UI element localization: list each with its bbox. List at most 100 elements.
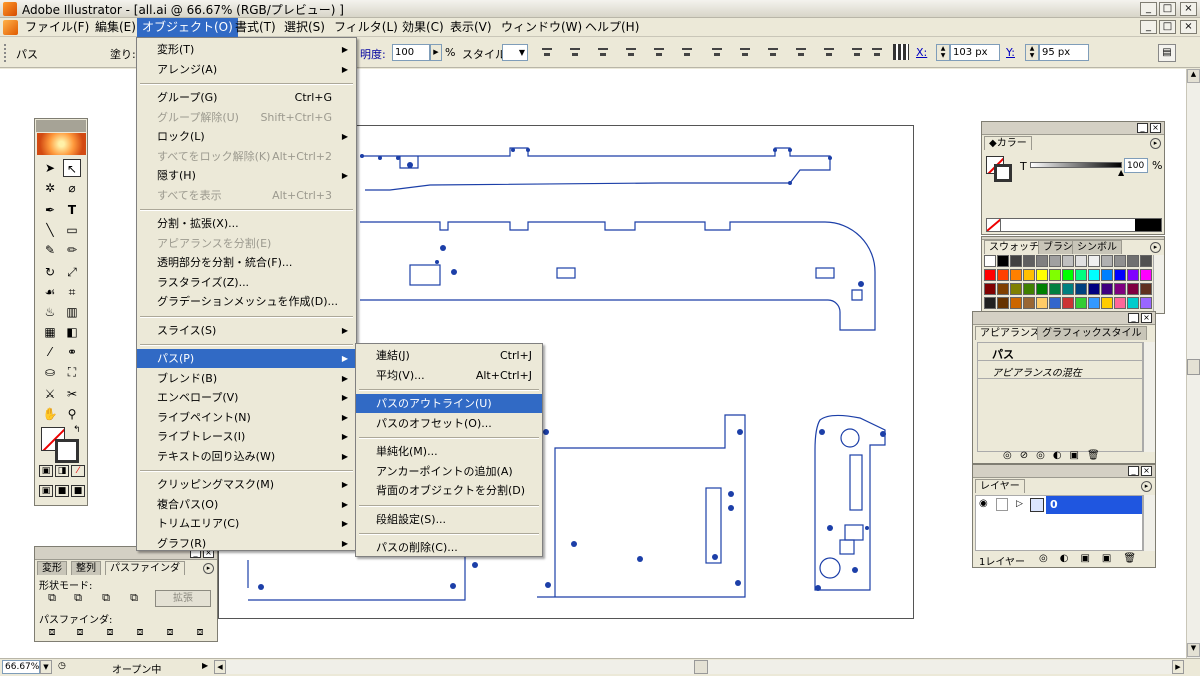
color-swatch[interactable]: [1023, 283, 1035, 295]
magic-wand-tool-icon[interactable]: ✲: [41, 179, 59, 197]
color-swatch[interactable]: [1140, 283, 1152, 295]
panel-close-icon[interactable]: ×: [1150, 123, 1161, 133]
color-swatch[interactable]: [984, 269, 996, 281]
mesh-tool-icon[interactable]: ▦: [41, 323, 59, 341]
color-swatch[interactable]: [1127, 297, 1139, 309]
intersect-shape-icon[interactable]: ⧉: [97, 589, 115, 607]
path-submenu-item[interactable]: 背面のオブジェクトを分割(D): [356, 481, 542, 500]
subtract-shape-icon[interactable]: ⧉: [69, 589, 87, 607]
tools-panel-titlebar[interactable]: [36, 120, 86, 132]
free-transform-tool-icon[interactable]: ⌗: [63, 283, 81, 301]
swatches-scrollbar[interactable]: [1153, 255, 1164, 313]
path-submenu-item[interactable]: 単純化(M)...: [356, 442, 542, 461]
panel-menu-icon[interactable]: ▸: [1141, 481, 1152, 492]
color-swatch[interactable]: [1010, 283, 1022, 295]
tab-pathfinder[interactable]: パスファインダ: [105, 561, 185, 575]
object-menu-item[interactable]: グラフ(R) ▶: [137, 534, 356, 553]
path-submenu-item[interactable]: パスのアウトライン(U): [356, 394, 542, 413]
path-submenu-item[interactable]: パスのオフセット(O)...: [356, 414, 542, 433]
paintbrush-tool-icon[interactable]: ✎: [41, 241, 59, 259]
object-menu-item[interactable]: 複合パス(O) ▶: [137, 495, 356, 514]
appearance-scrollbar[interactable]: [1143, 342, 1155, 452]
path-submenu-item[interactable]: 連結(J) Ctrl+J: [356, 346, 542, 365]
color-swatch[interactable]: [1075, 297, 1087, 309]
scroll-right-icon[interactable]: ▶: [1172, 660, 1184, 674]
color-swatch[interactable]: [997, 297, 1009, 309]
object-menu-item[interactable]: ブレンド(B) ▶: [137, 369, 356, 388]
color-swatch[interactable]: [1114, 269, 1126, 281]
object-menu-item[interactable]: グループ解除(U) Shift+Ctrl+G: [137, 108, 356, 127]
layers-list[interactable]: ◉ ▷ 0: [975, 495, 1143, 551]
path-submenu-item[interactable]: パスの削除(C)...: [356, 538, 542, 557]
path-submenu-item[interactable]: 平均(V)... Alt+Ctrl+J: [356, 366, 542, 385]
object-menu-item[interactable]: ラスタライズ(Z)...: [137, 273, 356, 292]
object-menu-item[interactable]: 変形(T) ▶: [137, 40, 356, 59]
object-menu-item[interactable]: 透明部分を分割・統合(F)...: [137, 253, 356, 272]
object-menu-item[interactable]: テキストの回り込み(W) ▶: [137, 447, 356, 466]
h-scroll-thumb[interactable]: [694, 660, 708, 674]
color-swatch[interactable]: [1062, 297, 1074, 309]
color-swatch[interactable]: [997, 269, 1009, 281]
path-second-rail[interactable]: [360, 221, 876, 331]
color-swatch[interactable]: [984, 255, 996, 267]
object-menu-item[interactable]: エンベロープ(V) ▶: [137, 388, 356, 407]
object-menu-item[interactable]: グループ(G) Ctrl+G: [137, 88, 356, 107]
color-swatch[interactable]: [997, 255, 1009, 267]
object-menu-item[interactable]: ライブトレース(I) ▶: [137, 427, 356, 446]
color-swatch[interactable]: [1010, 269, 1022, 281]
panel-minimize-icon[interactable]: _: [1128, 313, 1139, 323]
warp-tool-icon[interactable]: ☙: [41, 283, 59, 301]
gradient-tool-icon[interactable]: ◧: [63, 323, 81, 341]
color-swatch[interactable]: [1127, 269, 1139, 281]
symbol-sprayer-tool-icon[interactable]: ♨: [41, 303, 59, 321]
object-menu-item[interactable]: 分割・拡張(X)...: [137, 214, 356, 233]
object-menu-item[interactable]: アレンジ(A) ▶: [137, 60, 356, 79]
color-swatch[interactable]: [1088, 297, 1100, 309]
object-menu-item[interactable]: クリッピングマスク(M) ▶: [137, 475, 356, 494]
color-swatch[interactable]: [1140, 255, 1152, 267]
color-swatch[interactable]: [1088, 283, 1100, 295]
eyedropper-tool-icon[interactable]: ⁄: [41, 343, 59, 361]
blend-tool-icon[interactable]: ⚭: [63, 343, 81, 361]
panel-menu-icon[interactable]: ▸: [203, 563, 214, 574]
color-swatch[interactable]: [1062, 255, 1074, 267]
add-shape-icon[interactable]: ⧉: [43, 589, 61, 607]
none-color-icon[interactable]: [987, 219, 1001, 231]
lock-toggle-icon[interactable]: [996, 498, 1008, 511]
color-swatch[interactable]: [997, 283, 1009, 295]
full-screen-menu-mode-icon[interactable]: ■: [55, 485, 69, 497]
hand-tool-icon[interactable]: ✋: [41, 405, 59, 423]
appearance-footer-icons[interactable]: ◎⊘◎◐▣🗑: [1003, 450, 1108, 461]
color-swatch[interactable]: [1127, 255, 1139, 267]
appearance-row[interactable]: アピアランスの混在: [978, 361, 1142, 379]
color-swatch[interactable]: [1036, 255, 1048, 267]
gradient-mode-icon[interactable]: ◨: [55, 465, 69, 477]
object-menu-item[interactable]: すべてをロック解除(K) Alt+Ctrl+2: [137, 147, 356, 166]
color-swatch[interactable]: [1010, 297, 1022, 309]
stroke-swatch-icon[interactable]: [55, 439, 79, 463]
object-menu-item[interactable]: すべてを表示 Alt+Ctrl+3: [137, 186, 356, 205]
expand-button[interactable]: 拡張: [155, 590, 211, 607]
eye-icon[interactable]: ◉: [979, 498, 988, 509]
layers-footer-icons[interactable]: ◎◐▣▣🗑: [1039, 553, 1148, 564]
color-swatch[interactable]: [1036, 297, 1048, 309]
layer-name[interactable]: 0: [1046, 496, 1142, 514]
color-swatch[interactable]: [1049, 283, 1061, 295]
panel-minimize-icon[interactable]: _: [1137, 123, 1148, 133]
appearance-list[interactable]: パス アピアランスの混在: [977, 342, 1143, 452]
color-stroke-icon[interactable]: [994, 164, 1012, 182]
object-menu-item[interactable]: トリムエリア(C) ▶: [137, 514, 356, 533]
swatch-grid[interactable]: [984, 255, 1152, 313]
direct-selection-tool-icon[interactable]: ↖: [63, 159, 81, 177]
color-swatch[interactable]: [984, 283, 996, 295]
path-small-rect[interactable]: [409, 264, 441, 286]
rotate-tool-icon[interactable]: ↻: [41, 263, 59, 281]
scissors-tool-icon[interactable]: ✂: [63, 385, 81, 403]
tab-transform[interactable]: 変形: [37, 561, 67, 575]
tab-graphic-styles[interactable]: グラフィックスタイル: [1037, 326, 1147, 340]
panel-close-icon[interactable]: ×: [1141, 313, 1152, 323]
live-paint-selection-icon[interactable]: ⛶: [63, 363, 81, 381]
scroll-left-icon[interactable]: ◀: [214, 660, 226, 674]
color-swatch[interactable]: [1101, 269, 1113, 281]
color-swatch[interactable]: [1114, 283, 1126, 295]
